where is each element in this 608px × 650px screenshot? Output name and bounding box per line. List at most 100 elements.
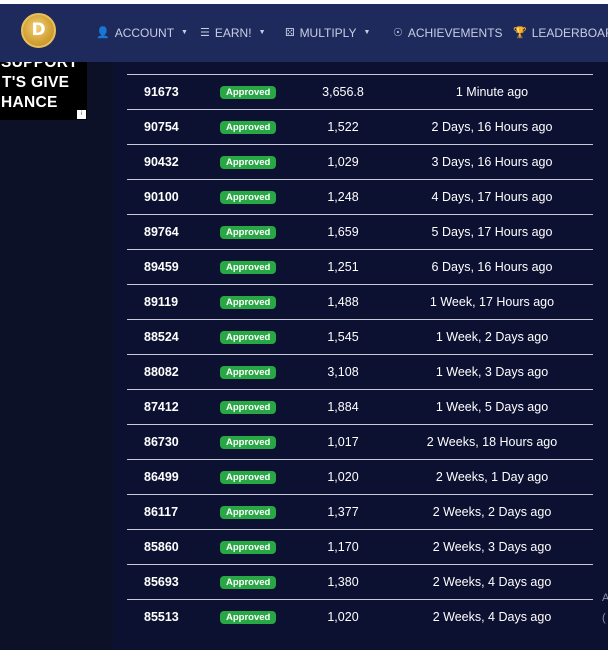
table-row: 86499 Approved 1,020 2 Weeks, 1 Day ago — [127, 460, 593, 495]
row-id: 85693 — [144, 575, 179, 589]
status-badge: Approved — [220, 541, 277, 554]
coins-icon: ☰ — [200, 26, 210, 39]
row-time: 2 Weeks, 2 Days ago — [432, 505, 552, 519]
row-id: 90754 — [144, 120, 179, 134]
nav-earn-label: EARN! — [214, 26, 252, 40]
row-time: 4 Days, 17 Hours ago — [431, 190, 553, 204]
chevron-down-icon: ▼ — [258, 29, 266, 36]
row-amount: 1,020 — [327, 470, 359, 484]
row-amount: 1,248 — [327, 190, 359, 204]
dogecoin-logo-icon[interactable]: D — [21, 13, 56, 48]
row-id: 90100 — [144, 190, 179, 204]
nav-multiply-menu[interactable]: ⚄ MULTIPLY ▼ — [285, 4, 370, 62]
status-badge: Approved — [220, 191, 277, 204]
trophy-icon: 🏆 — [513, 26, 527, 39]
user-icon: 👤 — [96, 26, 110, 39]
edge-text: A — [602, 592, 608, 604]
row-id: 89764 — [144, 225, 179, 239]
nav-achievements-link[interactable]: ☉ ACHIEVEMENTS — [393, 4, 503, 62]
row-amount: 1,017 — [327, 435, 359, 449]
row-id: 86499 — [144, 470, 179, 484]
nav-account-label: ACCOUNT — [114, 26, 175, 40]
status-badge: Approved — [220, 226, 277, 239]
row-amount: 3,108 — [327, 365, 359, 379]
status-badge: Approved — [220, 366, 277, 379]
row-amount: 1,659 — [327, 225, 359, 239]
status-badge: Approved — [220, 611, 277, 624]
row-amount: 3,656.8 — [322, 85, 364, 99]
row-amount: 1,884 — [327, 400, 359, 414]
row-amount: 1,545 — [327, 330, 359, 344]
withdrawal-history-table: 91673 Approved 3,656.8 1 Minute ago 90754 App… — [127, 74, 593, 635]
table-row: 90100 Approved 1,248 4 Days, 17 Hours ago — [127, 180, 593, 215]
row-id: 87412 — [144, 400, 179, 414]
row-time: 3 Days, 16 Hours ago — [431, 155, 553, 169]
row-amount: 1,488 — [327, 295, 359, 309]
row-time: 2 Weeks, 18 Hours ago — [426, 435, 558, 449]
ad-info-icon[interactable]: i — [77, 110, 86, 119]
row-amount: 1,251 — [327, 260, 359, 274]
row-time: 6 Days, 16 Hours ago — [431, 260, 553, 274]
row-amount: 1,522 — [327, 120, 359, 134]
table-row: 88524 Approved 1,545 1 Week, 2 Days ago — [127, 320, 593, 355]
advertisement-banner[interactable]: SUPPORT T'S GIVE HANCE i — [0, 62, 87, 120]
nav-earn-menu[interactable]: ☰ EARN! ▼ — [200, 4, 266, 62]
row-amount: 1,170 — [327, 540, 359, 554]
row-time: 2 Days, 16 Hours ago — [431, 120, 553, 134]
nav-leaderboards-link[interactable]: 🏆 LEADERBOARDS — [513, 4, 608, 62]
nav-account-menu[interactable]: 👤 ACCOUNT ▼ — [96, 4, 188, 62]
row-id: 90432 — [144, 155, 179, 169]
table-row: 88082 Approved 3,108 1 Week, 3 Days ago — [127, 355, 593, 390]
status-badge: Approved — [220, 576, 277, 589]
row-id: 89459 — [144, 260, 179, 274]
ad-line: T'S GIVE — [2, 74, 70, 91]
row-amount: 1,377 — [327, 505, 359, 519]
row-id: 86117 — [144, 505, 179, 519]
row-id: 91673 — [144, 85, 179, 99]
table-row: 85860 Approved 1,170 2 Weeks, 3 Days ago — [127, 530, 593, 565]
dice-icon: ⚄ — [285, 26, 295, 39]
table-row: 85693 Approved 1,380 2 Weeks, 4 Days ago — [127, 565, 593, 600]
chevron-down-icon: ▼ — [181, 29, 188, 36]
table-row: 85513 Approved 1,020 2 Weeks, 4 Days ago — [127, 600, 593, 635]
row-amount: 1,029 — [327, 155, 359, 169]
status-badge: Approved — [220, 261, 277, 274]
row-id: 85860 — [144, 540, 179, 554]
table-row: 90432 Approved 1,029 3 Days, 16 Hours ago — [127, 145, 593, 180]
row-time: 2 Weeks, 4 Days ago — [432, 575, 552, 589]
table-row: 86730 Approved 1,017 2 Weeks, 18 Hours ago — [127, 425, 593, 460]
status-badge: Approved — [220, 331, 277, 344]
row-time: 1 Minute ago — [455, 85, 529, 99]
chevron-down-icon: ▼ — [363, 29, 371, 36]
edge-text: ( — [602, 612, 606, 624]
row-id: 88082 — [144, 365, 179, 379]
status-badge: Approved — [220, 506, 277, 519]
row-id: 86730 — [144, 435, 179, 449]
row-id: 88524 — [144, 330, 179, 344]
row-id: 89119 — [144, 295, 179, 309]
nav-leaderboards-label: LEADERBOARDS — [531, 26, 608, 40]
row-amount: 1,020 — [327, 610, 359, 624]
table-row: 89764 Approved 1,659 5 Days, 17 Hours ago — [127, 215, 593, 250]
table-row: 89119 Approved 1,488 1 Week, 17 Hours ago — [127, 285, 593, 320]
row-time: 1 Week, 3 Days ago — [435, 365, 549, 379]
row-time: 1 Week, 17 Hours ago — [429, 295, 555, 309]
row-time: 2 Weeks, 4 Days ago — [432, 610, 552, 624]
row-id: 85513 — [144, 610, 179, 624]
left-column — [0, 120, 113, 650]
nav-multiply-label: MULTIPLY — [299, 26, 357, 40]
row-time: 2 Weeks, 1 Day ago — [435, 470, 549, 484]
row-time: 5 Days, 17 Hours ago — [431, 225, 553, 239]
row-amount: 1,380 — [327, 575, 359, 589]
table-row: 89459 Approved 1,251 6 Days, 16 Hours ago — [127, 250, 593, 285]
status-badge: Approved — [220, 401, 277, 414]
table-row: 90754 Approved 1,522 2 Days, 16 Hours ago — [127, 110, 593, 145]
row-time: 2 Weeks, 3 Days ago — [432, 540, 552, 554]
medal-icon: ☉ — [393, 26, 403, 39]
table-row: 91673 Approved 3,656.8 1 Minute ago — [127, 75, 593, 110]
row-time: 1 Week, 5 Days ago — [435, 400, 549, 414]
status-badge: Approved — [220, 296, 277, 309]
ad-line: SUPPORT — [1, 62, 79, 71]
row-time: 1 Week, 2 Days ago — [435, 330, 549, 344]
status-badge: Approved — [220, 436, 277, 449]
